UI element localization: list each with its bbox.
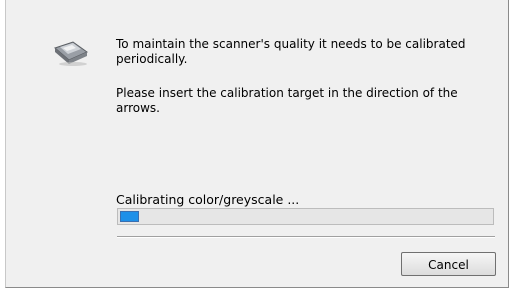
status-label: Calibrating color/greyscale ... [116, 192, 300, 207]
progress-bar [117, 208, 494, 225]
cancel-button[interactable]: Cancel [401, 252, 496, 276]
separator [117, 236, 495, 238]
scanner-icon [54, 41, 89, 66]
calibration-dialog: To maintain the scanner's quality it nee… [5, 0, 509, 288]
instruction-message: Please insert the calibration target in … [116, 86, 458, 115]
progress-bar-fill [120, 211, 139, 222]
calibration-message: To maintain the scanner's quality it nee… [116, 37, 466, 66]
